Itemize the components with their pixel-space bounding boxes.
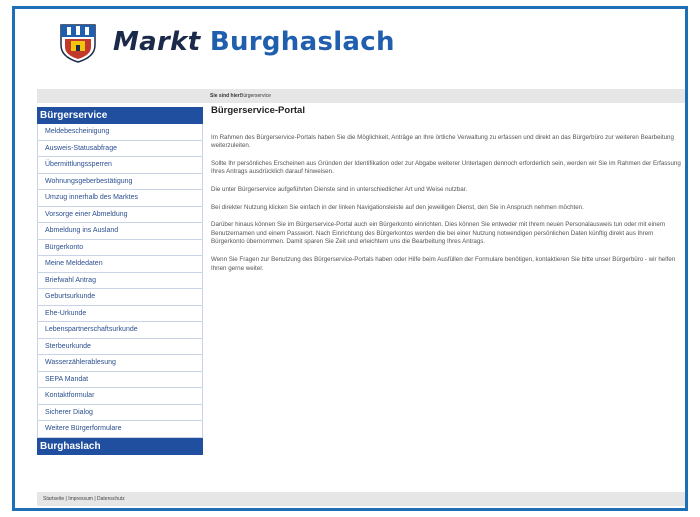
sidebar-item-buergerkonto[interactable]: Bürgerkonto <box>37 239 203 256</box>
sidebar-item-sicherer-dialog[interactable]: Sicherer Dialog <box>37 404 203 421</box>
sidebar-item-wasserzaehler[interactable]: Wasserzählerablesung <box>37 355 203 372</box>
breadcrumb-label: Sie sind hier: <box>210 93 242 99</box>
sidebar-item-uebermittlungssperren[interactable]: Übermittlungssperren <box>37 157 203 174</box>
sidebar-item-briefwahl[interactable]: Briefwahl Antrag <box>37 272 203 289</box>
sidebar-item-ehe-urkunde[interactable]: Ehe-Urkunde <box>37 305 203 322</box>
coat-of-arms-logo[interactable] <box>59 23 97 63</box>
sidebar-item-meldedaten[interactable]: Meine Meldedaten <box>37 256 203 273</box>
site-title[interactable]: Markt Burghaslach <box>113 27 395 57</box>
sidebar-section-title[interactable]: Bürgerservice <box>37 107 203 124</box>
sidebar-section-burghaslach[interactable]: Burghaslach <box>37 437 203 455</box>
sidebar-item-abmeldung-ausland[interactable]: Abmeldung ins Ausland <box>37 223 203 240</box>
breadcrumb: Sie sind hier: Bürgerservice <box>37 89 685 103</box>
sidebar-item-wohnungsgeber[interactable]: Wohnungsgeberbestätigung <box>37 173 203 190</box>
page-title: Bürgerservice-Portal <box>211 105 305 116</box>
sidebar-item-lebenspartnerschaft[interactable]: Lebenspartnerschaftsurkunde <box>37 322 203 339</box>
identification-paragraph: Sollte Ihr persönliches Erscheinen aus G… <box>211 159 681 176</box>
site-footer: Startseite | Impressum | Datenschutz <box>37 492 685 506</box>
contact-paragraph: Wenn Sie Fragen zur Benutzung des Bürger… <box>211 255 676 272</box>
sidebar-item-kontaktformular[interactable]: Kontaktformular <box>37 388 203 405</box>
main-content: Bürgerservice-Portal Im Rahmen des Bürge… <box>211 105 681 282</box>
brand-name: Burghaslach <box>209 27 395 57</box>
services-paragraph: Die unter Bürgerservice aufgeführten Die… <box>211 185 468 193</box>
sidebar-item-umzug[interactable]: Umzug innerhalb des Marktes <box>37 190 203 207</box>
footer-links[interactable]: Startseite | Impressum | Datenschutz <box>43 496 125 502</box>
buergerkonto-paragraph: Darüber hinaus können Sie im Bürgerservi… <box>211 221 665 246</box>
navigation-paragraph: Bei direkter Nutzung klicken Sie einfach… <box>211 203 584 211</box>
sidebar-item-geburtsurkunde[interactable]: Geburtsurkunde <box>37 289 203 306</box>
sidebar-nav: Bürgerservice Meldebescheinigung Ausweis… <box>37 107 203 455</box>
intro-paragraph: Im Rahmen des Bürgerservice-Portals habe… <box>211 133 674 150</box>
sidebar-item-sepa[interactable]: SEPA Mandat <box>37 371 203 388</box>
breadcrumb-current[interactable]: Bürgerservice <box>240 89 271 103</box>
sidebar-item-meldebescheinigung[interactable]: Meldebescheinigung <box>37 124 203 141</box>
brand-prefix: Markt <box>113 27 201 57</box>
sidebar-item-vorsorge-abmeldung[interactable]: Vorsorge einer Abmeldung <box>37 206 203 223</box>
sidebar-item-sterbeurkunde[interactable]: Sterbeurkunde <box>37 338 203 355</box>
sidebar-item-weitere-formulare[interactable]: Weitere Bürgerformulare <box>37 421 203 438</box>
sidebar-item-ausweis-status[interactable]: Ausweis-Statusabfrage <box>37 140 203 157</box>
site-header: Markt Burghaslach <box>15 9 685 87</box>
browser-frame: Markt Burghaslach Sie sind hier: Bürgers… <box>12 6 688 511</box>
